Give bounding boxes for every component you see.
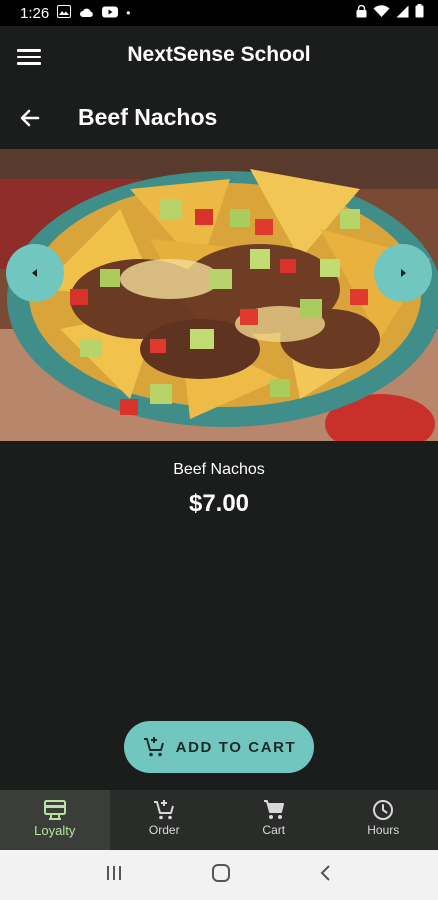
status-bar: 1:26 • — [0, 0, 438, 26]
nav-cart[interactable]: Cart — [219, 790, 329, 850]
nav-order-label: Order — [148, 823, 180, 837]
page-title: Beef Nachos — [78, 104, 218, 130]
nav-loyalty[interactable]: Loyalty — [0, 790, 110, 850]
add-to-cart-label: ADD TO CART — [175, 738, 297, 756]
notification-dot: • — [126, 6, 131, 20]
cloud-icon — [79, 5, 94, 22]
page-header: Beef Nachos — [0, 90, 438, 146]
nav-loyalty-label: Loyalty — [34, 823, 76, 838]
product-image-carousel[interactable] — [0, 149, 438, 441]
add-to-cart-button[interactable]: ADD TO CART — [124, 721, 314, 773]
next-image-button[interactable] — [374, 244, 432, 302]
nav-hours[interactable]: Hours — [329, 790, 438, 850]
nav-order[interactable]: Order — [110, 790, 220, 850]
product-price: $7.00 — [188, 490, 250, 517]
chevron-left-icon — [32, 269, 37, 277]
bottom-navigation: Loyalty Order Cart Hours — [0, 790, 438, 850]
back-arrow-icon[interactable] — [16, 104, 44, 132]
app-title: NextSense School — [127, 43, 311, 66]
order-icon — [154, 800, 175, 820]
youtube-icon — [102, 5, 119, 22]
status-time: 1:26 — [20, 4, 50, 22]
clock-icon — [373, 800, 394, 820]
system-back-icon[interactable] — [318, 863, 334, 888]
product-name: Beef Nachos — [173, 461, 265, 478]
previous-image-button[interactable] — [6, 244, 64, 302]
signal-icon — [396, 5, 409, 22]
gallery-icon — [57, 4, 72, 22]
loyalty-icon — [43, 800, 66, 820]
app-bar: NextSense School — [0, 26, 438, 86]
system-navigation-bar — [0, 850, 438, 900]
lock-icon — [356, 4, 367, 22]
chevron-right-icon — [401, 269, 406, 277]
recent-apps-icon[interactable] — [104, 864, 124, 887]
nav-cart-label: Cart — [262, 823, 286, 837]
wifi-icon — [373, 4, 390, 22]
product-image — [0, 149, 438, 441]
cart-icon — [263, 800, 284, 819]
home-icon[interactable] — [211, 863, 231, 888]
battery-icon — [415, 4, 424, 22]
add-to-cart-icon — [143, 737, 164, 757]
nav-hours-label: Hours — [367, 823, 400, 837]
